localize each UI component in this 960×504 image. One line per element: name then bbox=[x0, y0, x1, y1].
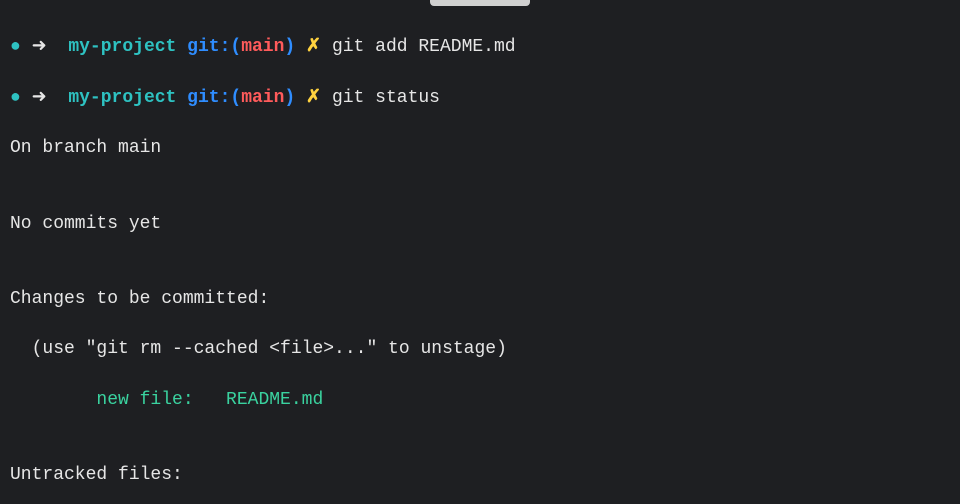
arrow-icon: ➜ bbox=[32, 88, 47, 108]
dirty-icon: ✗ bbox=[306, 37, 321, 57]
paren-open: ( bbox=[230, 37, 241, 57]
staged-file: README.md bbox=[226, 390, 323, 410]
paren-close: ) bbox=[284, 88, 295, 108]
prompt-line-2: ● ➜ my-project git:(main) ✗ git status bbox=[10, 86, 950, 111]
output-line: new file: README.md bbox=[10, 388, 950, 413]
output-line: No commits yet bbox=[10, 212, 950, 237]
status-bullet-icon: ● bbox=[10, 88, 21, 108]
branch-name: main bbox=[241, 88, 284, 108]
arrow-icon: ➜ bbox=[32, 37, 47, 57]
prompt-line-1: ● ➜ my-project git:(main) ✗ git add READ… bbox=[10, 35, 950, 60]
command-text: git add README.md bbox=[332, 37, 516, 57]
paren-open: ( bbox=[230, 88, 241, 108]
git-label: git: bbox=[187, 88, 230, 108]
output-line: (use "git rm --cached <file>..." to unst… bbox=[10, 337, 950, 362]
command-text: git status bbox=[332, 88, 440, 108]
paren-close: ) bbox=[284, 37, 295, 57]
output-line: On branch main bbox=[10, 136, 950, 161]
git-label: git: bbox=[187, 37, 230, 57]
cwd: my-project bbox=[68, 37, 176, 57]
status-bullet-icon: ● bbox=[10, 37, 21, 57]
output-line: Untracked files: bbox=[10, 463, 950, 488]
staged-label: new file: bbox=[10, 390, 226, 410]
terminal-viewport[interactable]: ● ➜ my-project git:(main) ✗ git add READ… bbox=[0, 0, 960, 504]
window-drag-handle[interactable] bbox=[430, 0, 530, 6]
branch-name: main bbox=[241, 37, 284, 57]
dirty-icon: ✗ bbox=[306, 88, 321, 108]
output-line: Changes to be committed: bbox=[10, 287, 950, 312]
cwd: my-project bbox=[68, 88, 176, 108]
